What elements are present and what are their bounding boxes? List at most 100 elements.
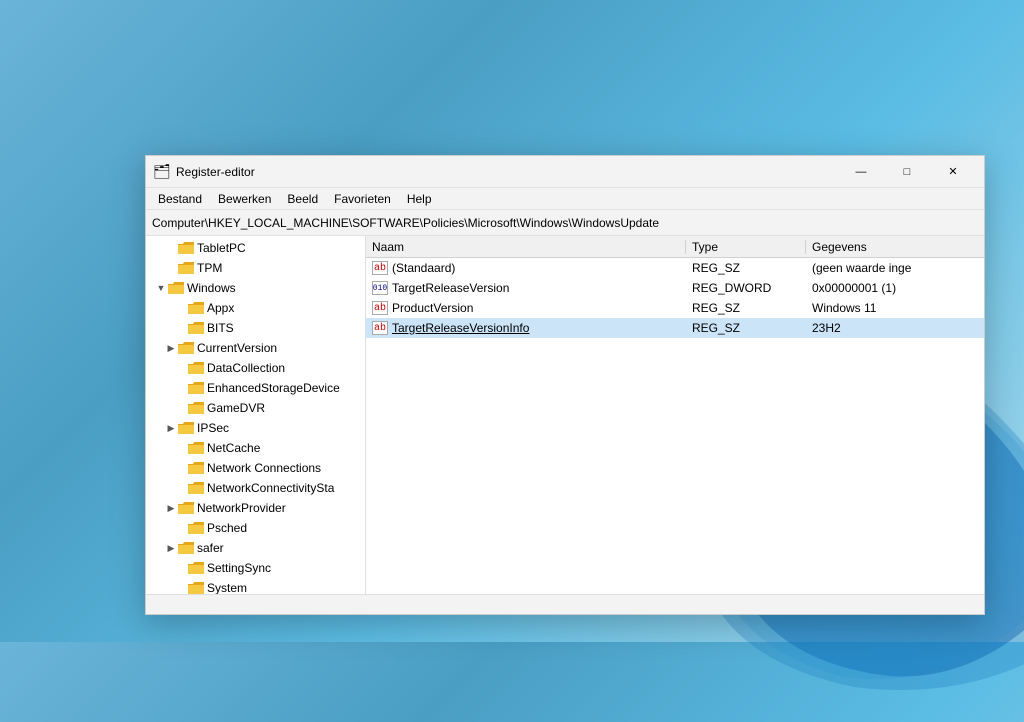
folder-icon-bits <box>188 322 204 334</box>
tree-item-appx[interactable]: Appx <box>146 298 365 318</box>
tree-item-ipsec[interactable]: ▶ IPSec <box>146 418 365 438</box>
folder-icon-appx <box>188 302 204 314</box>
expand-icon-windows: ▼ <box>154 283 168 293</box>
expand-icon-networkprovider: ▶ <box>164 503 178 514</box>
reg-icon-targetreleaseversion: 010 <box>372 281 388 295</box>
col-header-gegevens: Gegevens <box>806 240 984 254</box>
tree-label-tabletpc: TabletPC <box>197 241 246 255</box>
reg-icon-standaard: ab <box>372 261 388 275</box>
title-bar-controls: — □ ✕ <box>838 156 976 188</box>
folder-icon-settingsync <box>188 562 204 574</box>
tree-label-gamedvr: GameDVR <box>207 401 265 415</box>
title-bar-left: 🗂 Register-editor <box>154 164 255 180</box>
app-icon: 🗂 <box>154 164 170 180</box>
tree-item-tabletpc[interactable]: TabletPC <box>146 238 365 258</box>
tree-label-currentversion: CurrentVersion <box>197 341 277 355</box>
close-button[interactable]: ✕ <box>930 156 976 188</box>
folder-icon-networkprovider <box>178 502 194 514</box>
tree-item-networkprovider[interactable]: ▶ NetworkProvider <box>146 498 365 518</box>
table-body: ab (Standaard) REG_SZ (geen waarde inge … <box>366 258 984 594</box>
tree-item-system[interactable]: System <box>146 578 365 594</box>
tree-label-networkconnections: Network Connections <box>207 461 321 475</box>
folder-icon-gamedvr <box>188 402 204 414</box>
status-bar <box>146 594 984 614</box>
tree-label-networkprovider: NetworkProvider <box>197 501 286 515</box>
content-area: TabletPC TPM ▼ Windows <box>146 236 984 594</box>
folder-icon-system <box>188 582 204 594</box>
tree-label-system: System <box>207 581 247 594</box>
folder-icon-enhancedstoragedevice <box>188 382 204 394</box>
minimize-button[interactable]: — <box>838 156 884 188</box>
tree-label-bits: BITS <box>207 321 234 335</box>
row-naam-targetreleaseversion: 010 TargetReleaseVersion <box>366 281 686 295</box>
tree-label-windows: Windows <box>187 281 236 295</box>
folder-icon-psched <box>188 522 204 534</box>
row-label-productversion: ProductVersion <box>392 301 473 315</box>
expand-icon-ipsec: ▶ <box>164 423 178 434</box>
menu-bar: Bestand Bewerken Beeld Favorieten Help <box>146 188 984 210</box>
tree-item-tpm[interactable]: TPM <box>146 258 365 278</box>
menu-beeld[interactable]: Beeld <box>279 190 326 208</box>
tree-label-settingsync: SettingSync <box>207 561 271 575</box>
tree-item-networkconnections[interactable]: Network Connections <box>146 458 365 478</box>
table-row[interactable]: ab (Standaard) REG_SZ (geen waarde inge <box>366 258 984 278</box>
tree-label-safer: safer <box>197 541 224 555</box>
table-row[interactable]: ab TargetReleaseVersionInfo REG_SZ 23H2 <box>366 318 984 338</box>
row-naam-productversion: ab ProductVersion <box>366 301 686 315</box>
folder-icon-ipsec <box>178 422 194 434</box>
row-gegevens-standaard: (geen waarde inge <box>806 261 984 275</box>
row-type-standaard: REG_SZ <box>686 261 806 275</box>
col-header-type: Type <box>686 240 806 254</box>
tree-item-netcache[interactable]: NetCache <box>146 438 365 458</box>
tree-item-bits[interactable]: BITS <box>146 318 365 338</box>
col-header-naam: Naam <box>366 240 686 254</box>
window-title: Register-editor <box>176 165 255 179</box>
table-row[interactable]: ab ProductVersion REG_SZ Windows 11 <box>366 298 984 318</box>
row-naam-standaard: ab (Standaard) <box>366 261 686 275</box>
tree-item-gamedvr[interactable]: GameDVR <box>146 398 365 418</box>
folder-icon-tabletpc <box>178 242 194 254</box>
tree-item-currentversion[interactable]: ▶ CurrentVersion <box>146 338 365 358</box>
folder-icon-currentversion <box>178 342 194 354</box>
folder-icon-datacollection <box>188 362 204 374</box>
right-panel: Naam Type Gegevens ab (Standaard) REG_SZ… <box>366 236 984 594</box>
menu-bestand[interactable]: Bestand <box>150 190 210 208</box>
tree-item-networkconnectivitysta[interactable]: NetworkConnectivitySta <box>146 478 365 498</box>
maximize-button[interactable]: □ <box>884 156 930 188</box>
tree-item-psched[interactable]: Psched <box>146 518 365 538</box>
row-gegevens-targetreleaseversion: 0x00000001 (1) <box>806 281 984 295</box>
row-label-targetreleaseversion: TargetReleaseVersion <box>392 281 509 295</box>
tree-label-ipsec: IPSec <box>197 421 229 435</box>
tree-panel[interactable]: TabletPC TPM ▼ Windows <box>146 236 366 594</box>
tree-item-windows[interactable]: ▼ Windows <box>146 278 365 298</box>
folder-icon-networkconnectivitysta <box>188 482 204 494</box>
tree-label-appx: Appx <box>207 301 234 315</box>
tree-item-enhancedstoragedevice[interactable]: EnhancedStorageDevice <box>146 378 365 398</box>
row-gegevens-targetreleaseversioninfo: 23H2 <box>806 321 984 335</box>
reg-icon-targetreleaseversioninfo: ab <box>372 321 388 335</box>
tree-item-datacollection[interactable]: DataCollection <box>146 358 365 378</box>
folder-icon-networkconnections <box>188 462 204 474</box>
table-header: Naam Type Gegevens <box>366 236 984 258</box>
menu-help[interactable]: Help <box>399 190 440 208</box>
row-gegevens-productversion: Windows 11 <box>806 301 984 315</box>
tree-label-netcache: NetCache <box>207 441 260 455</box>
row-naam-targetreleaseversioninfo: ab TargetReleaseVersionInfo <box>366 321 686 335</box>
tree-label-networkconnectivitysta: NetworkConnectivitySta <box>207 481 334 495</box>
table-row[interactable]: 010 TargetReleaseVersion REG_DWORD 0x000… <box>366 278 984 298</box>
registry-editor-window: 🗂 Register-editor — □ ✕ Bestand Bewerken… <box>145 155 985 615</box>
tree-item-settingsync[interactable]: SettingSync <box>146 558 365 578</box>
address-bar: Computer\HKEY_LOCAL_MACHINE\SOFTWARE\Pol… <box>146 210 984 236</box>
address-path: Computer\HKEY_LOCAL_MACHINE\SOFTWARE\Pol… <box>152 216 659 230</box>
tree-label-datacollection: DataCollection <box>207 361 285 375</box>
row-label-standaard: (Standaard) <box>392 261 455 275</box>
tree-item-safer[interactable]: ▶ safer <box>146 538 365 558</box>
row-type-targetreleaseversioninfo: REG_SZ <box>686 321 806 335</box>
folder-icon-safer <box>178 542 194 554</box>
folder-icon-netcache <box>188 442 204 454</box>
expand-icon-safer: ▶ <box>164 543 178 554</box>
menu-favorieten[interactable]: Favorieten <box>326 190 399 208</box>
menu-bewerken[interactable]: Bewerken <box>210 190 279 208</box>
row-label-targetreleaseversioninfo: TargetReleaseVersionInfo <box>392 321 529 335</box>
tree-label-tpm: TPM <box>197 261 222 275</box>
